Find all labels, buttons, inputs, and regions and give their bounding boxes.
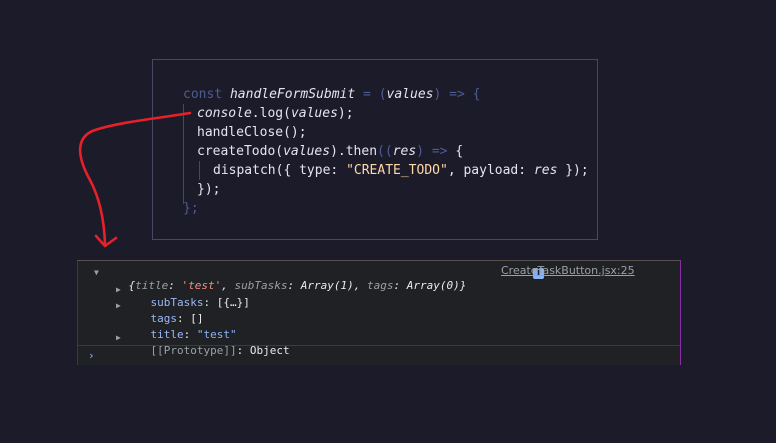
collapsed-triangle-icon[interactable]: ▶ (116, 283, 121, 297)
collapsed-triangle-icon[interactable]: ▶ (116, 331, 121, 345)
console-row-prototype[interactable]: ▶ [[Prototype]]: Object (116, 330, 290, 372)
expanded-triangle-icon[interactable]: ▼ (94, 266, 99, 280)
console-prompt-chevron-icon[interactable]: › (88, 349, 95, 362)
devtools-console: ▼ {title: 'test', subTasks: Array(1), tag… (77, 260, 681, 365)
red-arrow-annotation (78, 111, 192, 248)
source-link[interactable]: CreateTaskButton.jsx:25 (501, 264, 635, 278)
console-divider (78, 345, 680, 346)
collapsed-triangle-icon[interactable]: ▶ (116, 299, 121, 313)
